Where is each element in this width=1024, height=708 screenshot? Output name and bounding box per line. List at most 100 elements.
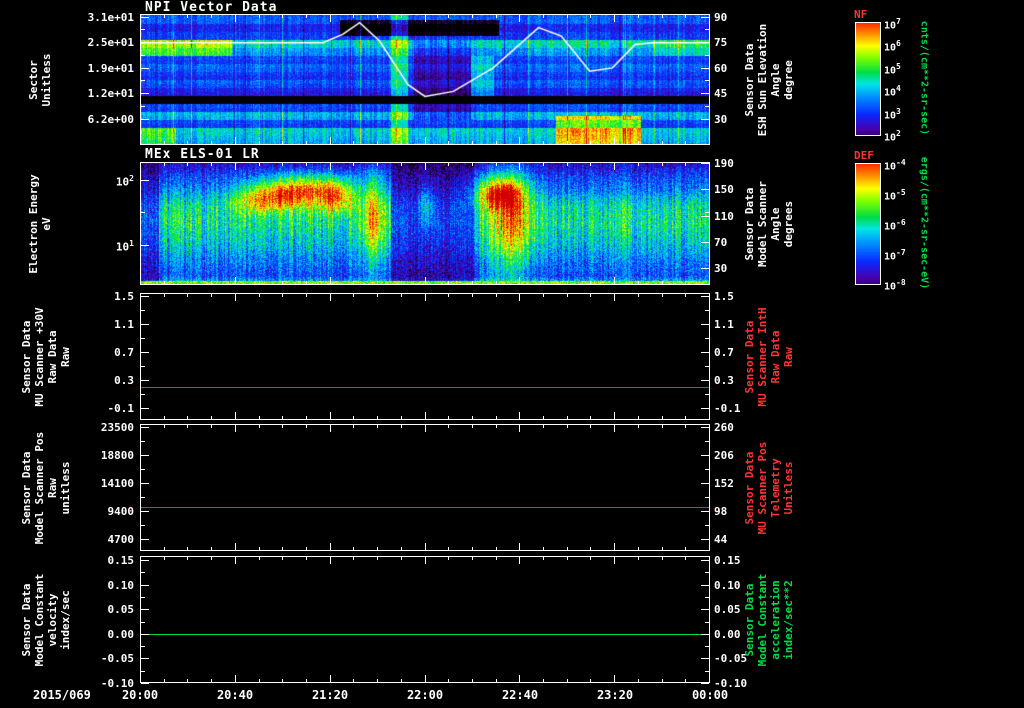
x-tick-mark	[187, 679, 189, 682]
x-tick-mark	[519, 412, 521, 419]
y-tick-mark	[141, 380, 149, 382]
x-tick-mark	[282, 15, 284, 18]
y-tick-label-left: 1.2e+01	[87, 87, 134, 101]
x-tick-mark	[305, 547, 307, 550]
x-tick-mark	[305, 141, 307, 144]
y-tick-mark	[701, 408, 709, 410]
y-minor-tick	[705, 310, 709, 312]
x-tick-mark	[305, 679, 307, 682]
x-tick-mark	[566, 281, 568, 284]
def-colorbar-unit: ergs/(cm**2-sr-sec-eV)	[918, 156, 930, 290]
y-tick-mark	[141, 245, 149, 247]
x-tick-mark	[329, 277, 331, 284]
x-tick-mark	[282, 547, 284, 550]
x-tick-mark	[661, 416, 663, 419]
y-axis-title-right: Sensor Data MU Scanner IntH Raw Data Raw	[743, 306, 795, 407]
x-tick-mark	[305, 416, 307, 419]
panel-title-npi: NPI Vector Data	[145, 0, 278, 15]
x-tick-mark	[519, 675, 521, 682]
x-tick-mark	[163, 15, 165, 18]
x-tick-mark	[329, 15, 331, 22]
x-tick-mark	[543, 163, 545, 166]
x-tick-mark	[614, 15, 616, 22]
x-tick-mark	[519, 543, 521, 550]
x-tick-mark	[614, 294, 616, 301]
x-tick-mark	[661, 15, 663, 18]
x-tick-mark	[637, 141, 639, 144]
x-tick-mark	[543, 141, 545, 144]
x-tick-mark	[709, 163, 710, 170]
y-tick-label-left: 3.1e+01	[87, 10, 134, 24]
y-tick-mark	[701, 268, 709, 270]
x-tick-mark	[471, 557, 473, 560]
x-tick-mark	[495, 281, 497, 284]
x-tick-mark	[140, 412, 141, 419]
colorbar-tick-label: 102	[884, 129, 901, 144]
y-tick-mark	[701, 658, 709, 660]
x-tick-mark	[187, 163, 189, 166]
x-tick-mark	[661, 557, 663, 560]
x-tick-mark	[424, 675, 426, 682]
x-tick-mark	[590, 416, 592, 419]
x-tick-mark	[163, 557, 165, 560]
y-minor-tick	[705, 670, 709, 672]
y-minor-tick	[705, 106, 709, 108]
y-tick-mark	[141, 427, 149, 429]
x-tick-mark	[471, 416, 473, 419]
x-tick-label: 20:40	[216, 688, 254, 702]
y-tick-mark	[701, 609, 709, 611]
y-tick-mark	[701, 455, 709, 457]
x-tick-mark	[234, 412, 236, 419]
y-axis-title-right: Sensor Data Model Constant acceleration ind…	[743, 573, 795, 666]
y-minor-tick	[141, 596, 145, 598]
x-tick-mark	[709, 425, 710, 432]
x-tick-mark	[566, 163, 568, 166]
y-axis-title-right: Sensor Data Model Scanner Angle degrees	[743, 180, 795, 267]
x-tick-mark	[258, 15, 260, 18]
y-tick-mark	[701, 296, 709, 298]
y-axis-title-left: Electron Energy eV	[27, 173, 53, 274]
y-minor-tick	[705, 572, 709, 574]
constant-data-line	[141, 387, 709, 388]
x-tick-mark	[637, 557, 639, 560]
x-tick-mark	[282, 416, 284, 419]
y-minor-tick	[705, 596, 709, 598]
x-tick-mark	[448, 163, 450, 166]
x-tick-mark	[519, 277, 521, 284]
x-tick-mark	[471, 294, 473, 297]
y-tick-mark	[141, 67, 149, 69]
x-tick-mark	[187, 141, 189, 144]
y-tick-mark	[701, 215, 709, 217]
x-tick-mark	[709, 675, 710, 682]
x-tick-mark	[400, 281, 402, 284]
colorbar-tick-label: 106	[884, 39, 901, 54]
y-tick-mark	[141, 584, 149, 586]
y-tick-mark	[141, 179, 149, 181]
y-tick-mark	[701, 189, 709, 191]
y-minor-tick	[141, 29, 145, 31]
y-tick-mark	[701, 42, 709, 44]
x-tick-mark	[282, 141, 284, 144]
x-tick-mark	[211, 163, 213, 166]
x-tick-mark	[448, 547, 450, 550]
x-tick-mark	[400, 425, 402, 428]
x-tick-mark	[377, 163, 379, 166]
y-tick-mark	[141, 296, 149, 298]
x-tick-mark	[566, 294, 568, 297]
y-tick-mark	[141, 42, 149, 44]
y-tick-label-right: 260	[714, 421, 734, 435]
x-tick-mark	[543, 557, 545, 560]
x-tick-mark	[566, 416, 568, 419]
x-tick-mark	[258, 425, 260, 428]
y-minor-tick	[705, 338, 709, 340]
x-tick-mark	[424, 425, 426, 432]
y-minor-tick	[705, 54, 709, 56]
y-tick-label-left: 1.9e+01	[87, 61, 134, 75]
x-tick-mark	[471, 15, 473, 18]
y-tick-mark	[141, 324, 149, 326]
x-tick-mark	[471, 141, 473, 144]
y-tick-label-left: 101	[115, 239, 134, 254]
x-tick-mark	[353, 416, 355, 419]
x-tick-mark	[234, 163, 236, 170]
x-tick-mark	[519, 425, 521, 432]
